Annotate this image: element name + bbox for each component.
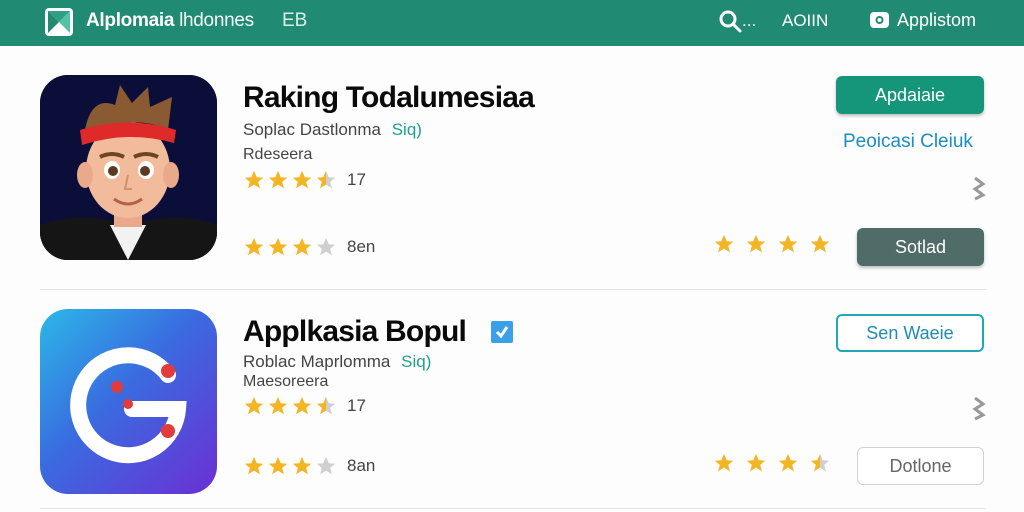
star-icon [713, 452, 739, 478]
nav-code-link[interactable]: AOIIN [782, 11, 828, 31]
star-icon [315, 455, 337, 477]
row-divider [40, 508, 986, 509]
category-label: Maesoreera [243, 373, 329, 390]
star-icon [243, 455, 265, 477]
star-icon [745, 233, 771, 259]
star-icon [315, 169, 337, 191]
star-icon [777, 233, 803, 259]
rating-stars-right [713, 452, 835, 478]
rating-stars-secondary: 8an [243, 455, 375, 477]
star-icon [243, 236, 265, 258]
developer-line: Soplac Dastlonma Siq) [243, 120, 422, 140]
developer-tag: Siq) [391, 120, 422, 139]
app-title[interactable]: Applkasia Bopul [243, 315, 467, 349]
search-icon[interactable] [718, 9, 742, 33]
star-icon [267, 236, 289, 258]
star-icon [315, 395, 337, 417]
developer-line: Roblac Maprlomma Siq) [243, 352, 431, 372]
star-icon [809, 233, 835, 259]
developer-name[interactable]: Roblac Maprlomma [243, 352, 390, 371]
star-icon [809, 452, 835, 478]
more-options-icon[interactable] [972, 395, 986, 421]
star-icon [291, 395, 313, 417]
nav-apps-link[interactable]: Applistom [897, 10, 976, 31]
app-logo-icon [45, 8, 73, 36]
category-label: Rdeseera [243, 146, 313, 163]
app-icon-g[interactable] [40, 309, 217, 494]
rating-count: 17 [347, 170, 366, 189]
app-title: Alplomaia lhdonnes [86, 10, 254, 31]
star-icon [267, 169, 289, 191]
star-icon [745, 452, 771, 478]
primary-action-button[interactable]: Sen Waeie [836, 314, 984, 352]
star-icon [243, 395, 265, 417]
secondary-action-button[interactable]: Dotlone [857, 447, 984, 485]
g-logo-icon [70, 347, 187, 464]
rating-stars: 17 [243, 169, 366, 191]
avatar-character-icon [40, 75, 217, 260]
star-icon [243, 169, 265, 191]
rating-stars-right [713, 233, 835, 259]
star-icon [713, 233, 739, 259]
app-title[interactable]: Raking Todalumesiaa [243, 81, 535, 115]
app-code: EB [282, 10, 308, 31]
camera-icon[interactable] [869, 10, 890, 29]
top-app-bar: Alplomaia lhdonnes EB ... AOIIN Applisto… [0, 0, 1024, 46]
secondary-action-button[interactable]: Sotlad [857, 228, 984, 266]
app-icon-avatar[interactable] [40, 75, 217, 260]
details-link[interactable]: Peoicasi Cleiuk [843, 131, 973, 153]
star-icon [777, 452, 803, 478]
rating-count: 8en [347, 237, 376, 256]
star-icon [315, 236, 337, 258]
verified-badge-icon [491, 321, 513, 343]
rating-count: 17 [347, 396, 366, 415]
star-icon [291, 236, 313, 258]
search-suffix: ... [742, 11, 757, 30]
primary-action-button[interactable]: Apdaiaie [836, 76, 984, 114]
star-icon [267, 455, 289, 477]
star-icon [267, 395, 289, 417]
rating-stars-secondary: 8en [243, 236, 375, 258]
rating-stars: 17 [243, 395, 366, 417]
row-divider [40, 289, 986, 290]
star-icon [291, 169, 313, 191]
star-icon [291, 455, 313, 477]
developer-tag: Siq) [401, 352, 432, 371]
developer-name[interactable]: Soplac Dastlonma [243, 120, 381, 139]
rating-count: 8an [347, 456, 376, 475]
more-options-icon[interactable] [972, 175, 986, 201]
